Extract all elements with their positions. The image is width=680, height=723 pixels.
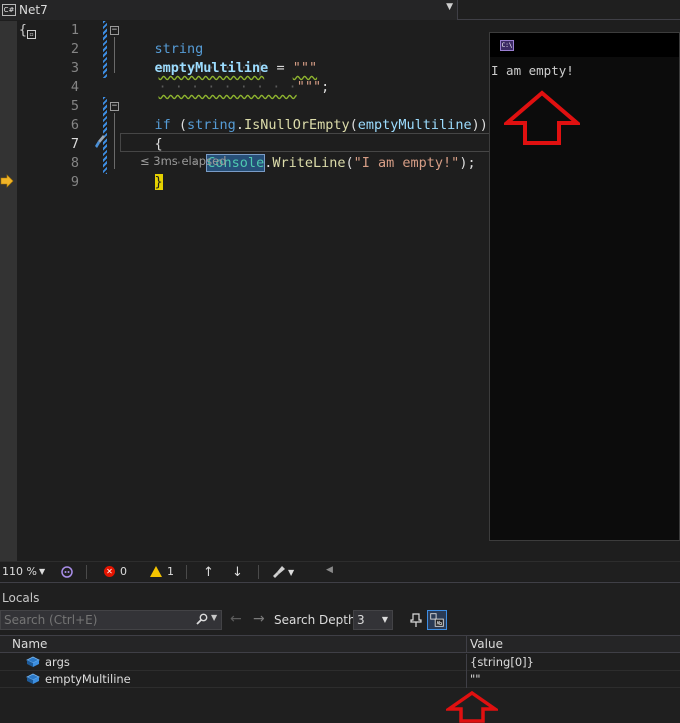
search-next-arrow-icon[interactable]: →: [253, 611, 265, 627]
warning-count: 1: [167, 565, 174, 578]
warnings-indicator[interactable]: 1: [150, 565, 174, 578]
console-output: I am empty!: [491, 63, 574, 78]
line-number: 3: [70, 60, 79, 76]
column-divider: [466, 671, 467, 688]
method-name: WriteLine: [272, 155, 346, 171]
status-separator: [86, 565, 87, 579]
locals-table-header: Name Value: [0, 635, 680, 653]
struct-brace-icon: {: [19, 23, 27, 38]
chevron-down-icon[interactable]: ▼: [211, 613, 217, 622]
zoom-dropdown[interactable]: 110 % ▼: [2, 565, 45, 578]
change-tracking-bar: [103, 21, 107, 78]
locals-toolbar: ▼ ← → Search Depth: 3 ▼: [0, 610, 680, 634]
punctuation: )): [471, 117, 488, 133]
previous-issue-arrow-icon[interactable]: ↑: [203, 565, 214, 580]
code-cleanup-brush-icon[interactable]: ▼: [272, 565, 294, 579]
perf-tip-elapsed[interactable]: ≤ 3ms elapsed: [140, 154, 226, 168]
quick-actions-brush-icon[interactable]: [94, 134, 106, 150]
local-variable-icon: [26, 656, 40, 667]
fold-guide: [114, 113, 115, 169]
type-keyword: string: [187, 117, 236, 133]
line-number: 5: [70, 98, 79, 114]
chevron-down-icon: ▼: [38, 567, 46, 576]
column-header-value[interactable]: Value: [470, 637, 503, 651]
current-statement-arrow-icon: [0, 174, 14, 188]
hexadecimal-display-icon[interactable]: [427, 610, 447, 630]
column-divider[interactable]: [466, 636, 467, 652]
punctuation: );: [459, 155, 476, 171]
variable-value[interactable]: "": [470, 672, 481, 686]
line-number: 1: [70, 22, 79, 38]
chevron-down-icon: ▼: [288, 567, 295, 577]
variable-name: emptyMultiline: [357, 117, 472, 133]
code-line-2: · · · · · · |: [122, 40, 265, 76]
whitespace-markers: · · · · · · · · ·: [158, 79, 297, 95]
variable-name: args: [45, 655, 70, 669]
punctuation: (: [170, 117, 188, 133]
console-window[interactable]: C:\ I am empty!: [489, 32, 680, 541]
search-input[interactable]: [0, 610, 222, 630]
punctuation: (: [345, 155, 354, 171]
variable-value[interactable]: {string[0]}: [470, 655, 534, 669]
warning-icon: [150, 566, 162, 577]
csharp-project-icon: C#: [2, 4, 16, 16]
error-count: 0: [120, 565, 127, 578]
annotation-arrow-up: [504, 90, 580, 145]
semicolon: ;: [321, 79, 330, 95]
chevron-down-icon: ▼: [381, 615, 388, 624]
errors-indicator[interactable]: ✕ 0: [104, 565, 127, 578]
line-number: 2: [70, 41, 79, 57]
chevron-down-icon[interactable]: ▼: [446, 2, 453, 12]
project-name: Net7: [19, 3, 48, 17]
string-literal: "I am empty!": [353, 155, 460, 171]
struct-icon: ◻: [27, 30, 36, 39]
zoom-level: 110 %: [2, 565, 37, 578]
line-number: 8: [70, 155, 79, 171]
method-name: IsNullOrEmpty: [243, 117, 350, 133]
scroll-left-icon[interactable]: ◀: [326, 565, 333, 575]
console-app-icon: C:\: [500, 40, 514, 51]
search-depth-value: 3: [357, 613, 365, 627]
code-line-5: if (string.IsNullOrEmpty(emptyMultiline)…: [122, 97, 488, 133]
pin-icon[interactable]: [409, 612, 423, 628]
local-variable-icon: [26, 673, 40, 684]
search-icon[interactable]: [196, 613, 208, 625]
top-bar: C# Net7 ▼: [0, 0, 680, 20]
fold-guide: [114, 37, 115, 73]
error-icon: ✕: [104, 566, 115, 577]
code-line-1: string emptyMultiline = """: [122, 21, 318, 76]
editor-status-bar: 110 % ▼ ✕ 0 1 ↑ ↓ ▼ ◀: [0, 561, 680, 581]
locals-window: Locals ▼ ← → Search Depth: 3 ▼ Name Valu…: [0, 582, 680, 723]
search-previous-arrow-icon[interactable]: ←: [230, 611, 242, 627]
variable-name: emptyMultiline: [45, 672, 131, 686]
active-line-number: 7: [70, 136, 79, 152]
console-title-bar[interactable]: C:\: [490, 33, 679, 57]
column-divider: [466, 654, 467, 671]
line-number: 9: [70, 174, 79, 190]
table-row[interactable]: emptyMultiline "": [0, 671, 680, 688]
table-row[interactable]: args {string[0]}: [0, 654, 680, 671]
column-header-name[interactable]: Name: [12, 637, 47, 651]
line-number: 6: [70, 117, 79, 133]
next-issue-arrow-icon[interactable]: ↓: [232, 565, 243, 580]
collapse-icon[interactable]: −: [110, 102, 119, 111]
string-literal: """: [296, 79, 322, 95]
collapse-icon[interactable]: −: [110, 26, 119, 35]
search-depth-select[interactable]: 3 ▼: [353, 610, 393, 630]
member-dropdown[interactable]: [458, 0, 680, 19]
project-dropdown[interactable]: C# Net7 ▼: [0, 0, 458, 20]
status-separator: [258, 565, 259, 579]
punctuation: (: [349, 117, 358, 133]
annotation-arrow-up: [446, 691, 498, 723]
punctuation: .: [235, 117, 244, 133]
indicator-margin[interactable]: [0, 21, 17, 561]
search-depth-label: Search Depth:: [274, 613, 360, 627]
line-number: 4: [70, 79, 79, 95]
code-line-3: · · · · · · · · ·""";: [122, 59, 330, 95]
panel-title: Locals: [2, 591, 40, 605]
close-brace-current: }: [154, 174, 163, 190]
copilot-icon[interactable]: [60, 565, 74, 579]
code-line-7: · · · Console.WriteLine("I am empty!");: [122, 135, 476, 172]
status-separator: [186, 565, 187, 579]
